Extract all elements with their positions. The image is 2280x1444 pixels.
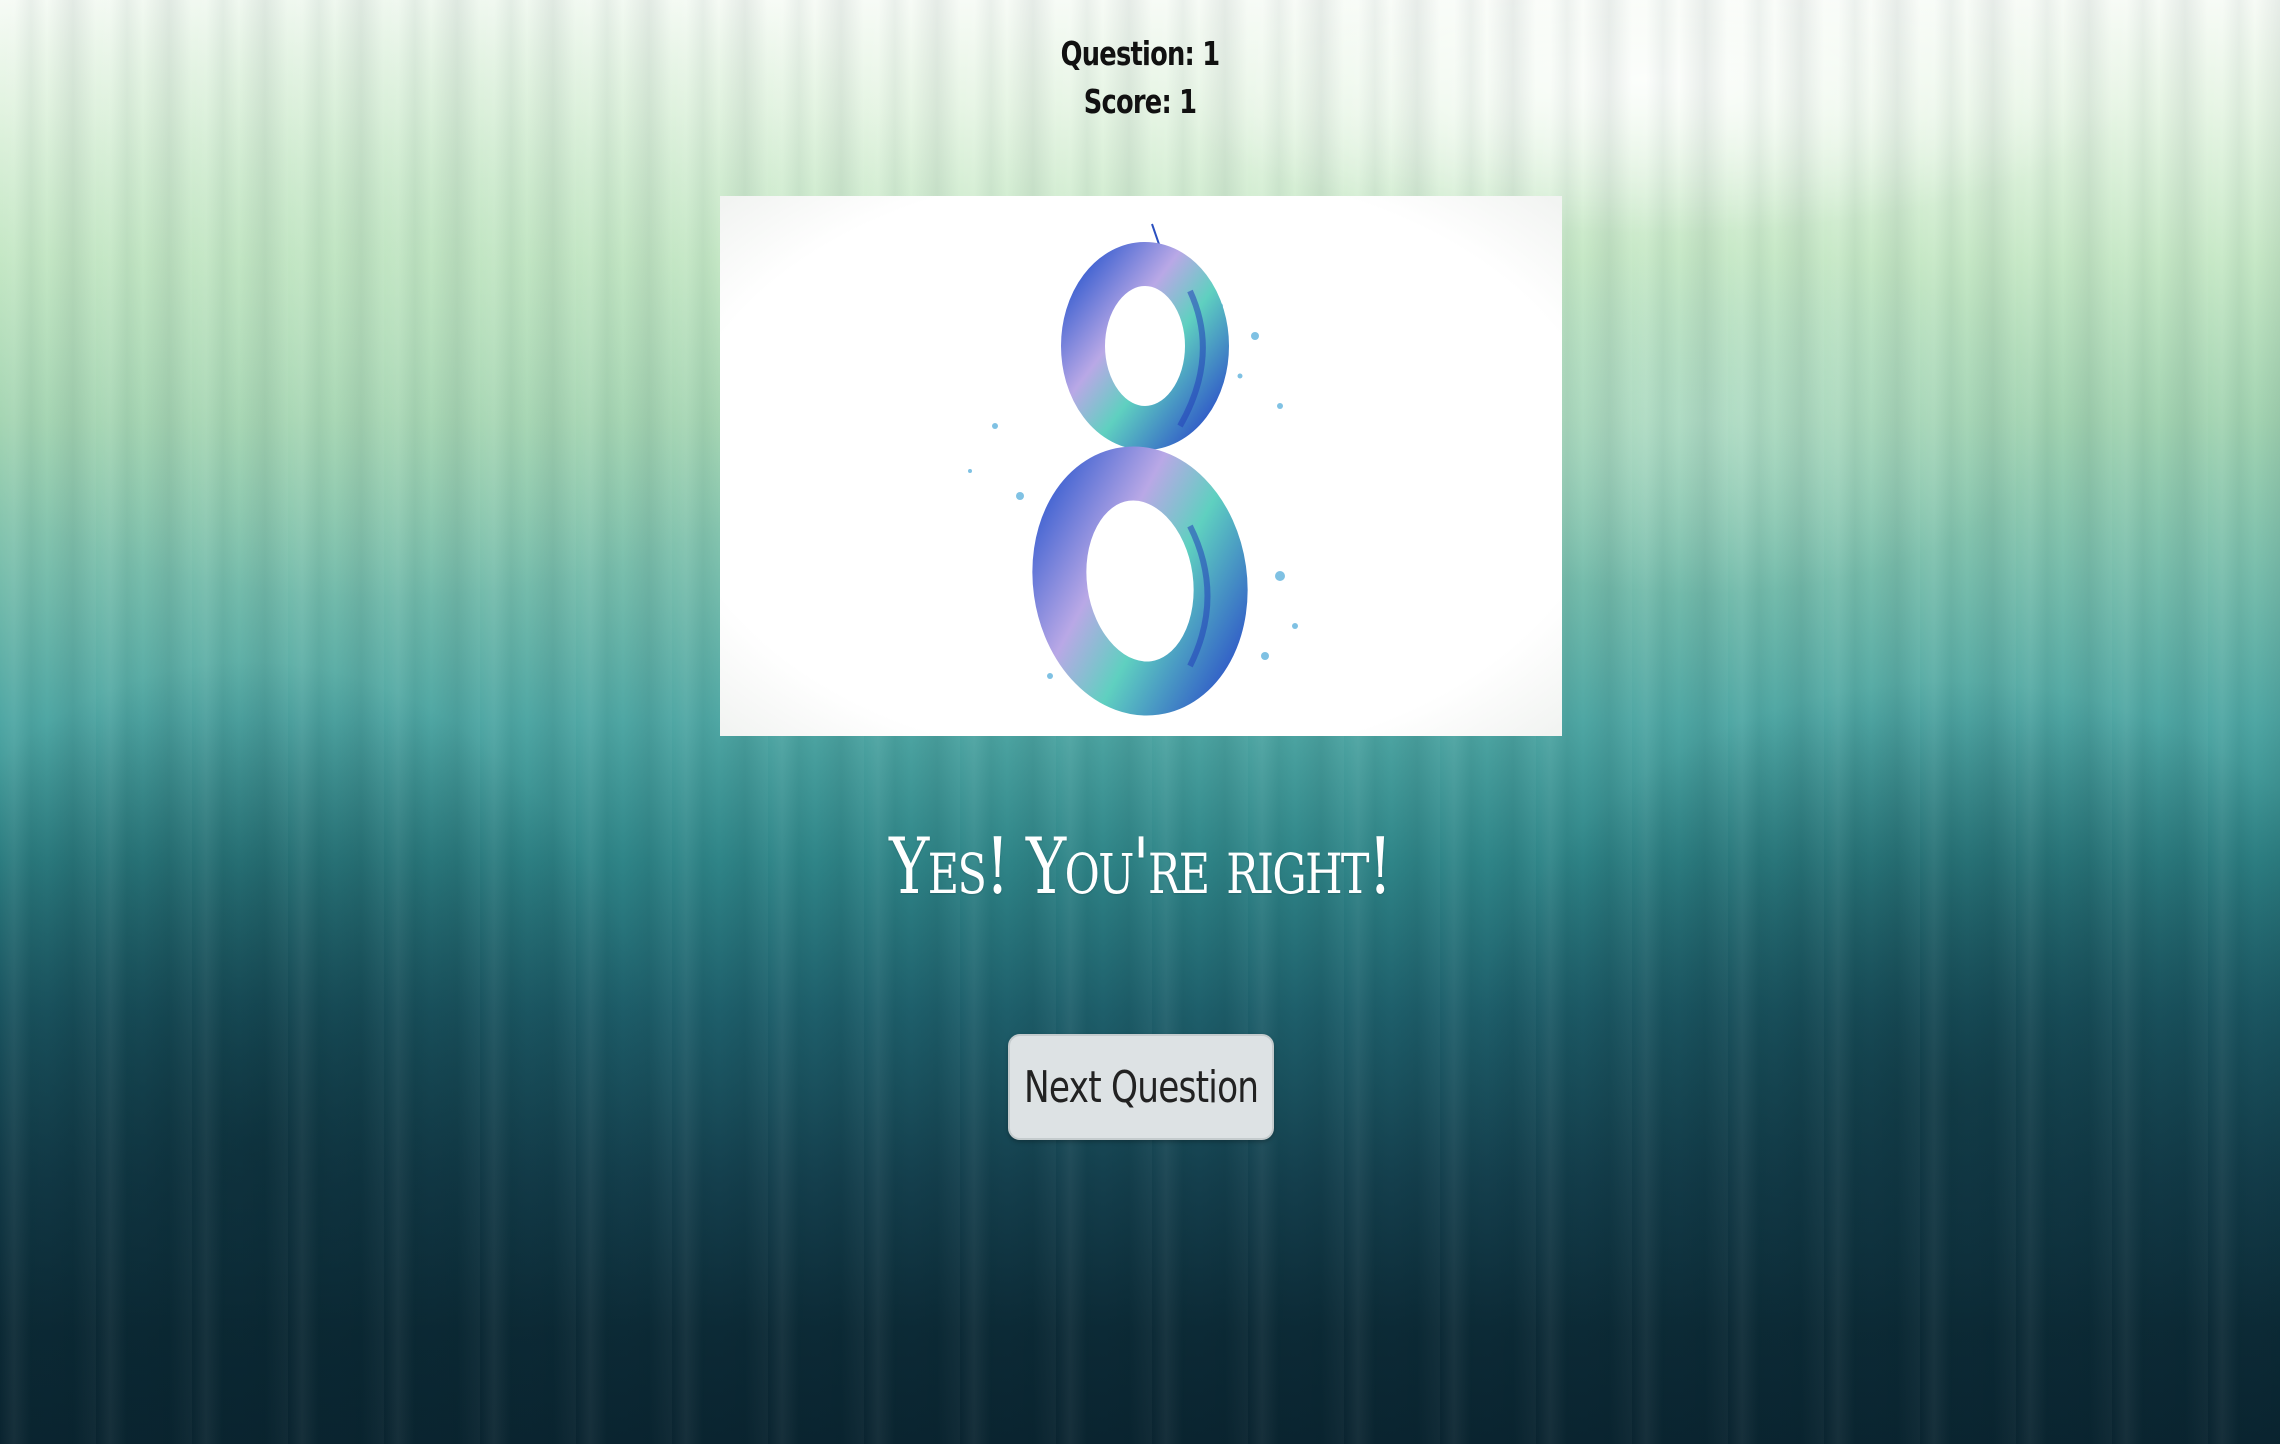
quiz-header: Question: 1 Score: 1	[251, 30, 2029, 126]
score-counter: Score: 1	[1083, 82, 1197, 121]
feedback-message: Yes! You're right!	[889, 822, 1392, 912]
next-question-label: Next Question	[1023, 1061, 1259, 1113]
question-counter: Question: 1	[1060, 34, 1220, 73]
watercolor-eight-image	[968, 223, 1298, 716]
question-image	[720, 196, 1562, 736]
next-question-button[interactable]: Next Question	[1008, 1034, 1274, 1140]
